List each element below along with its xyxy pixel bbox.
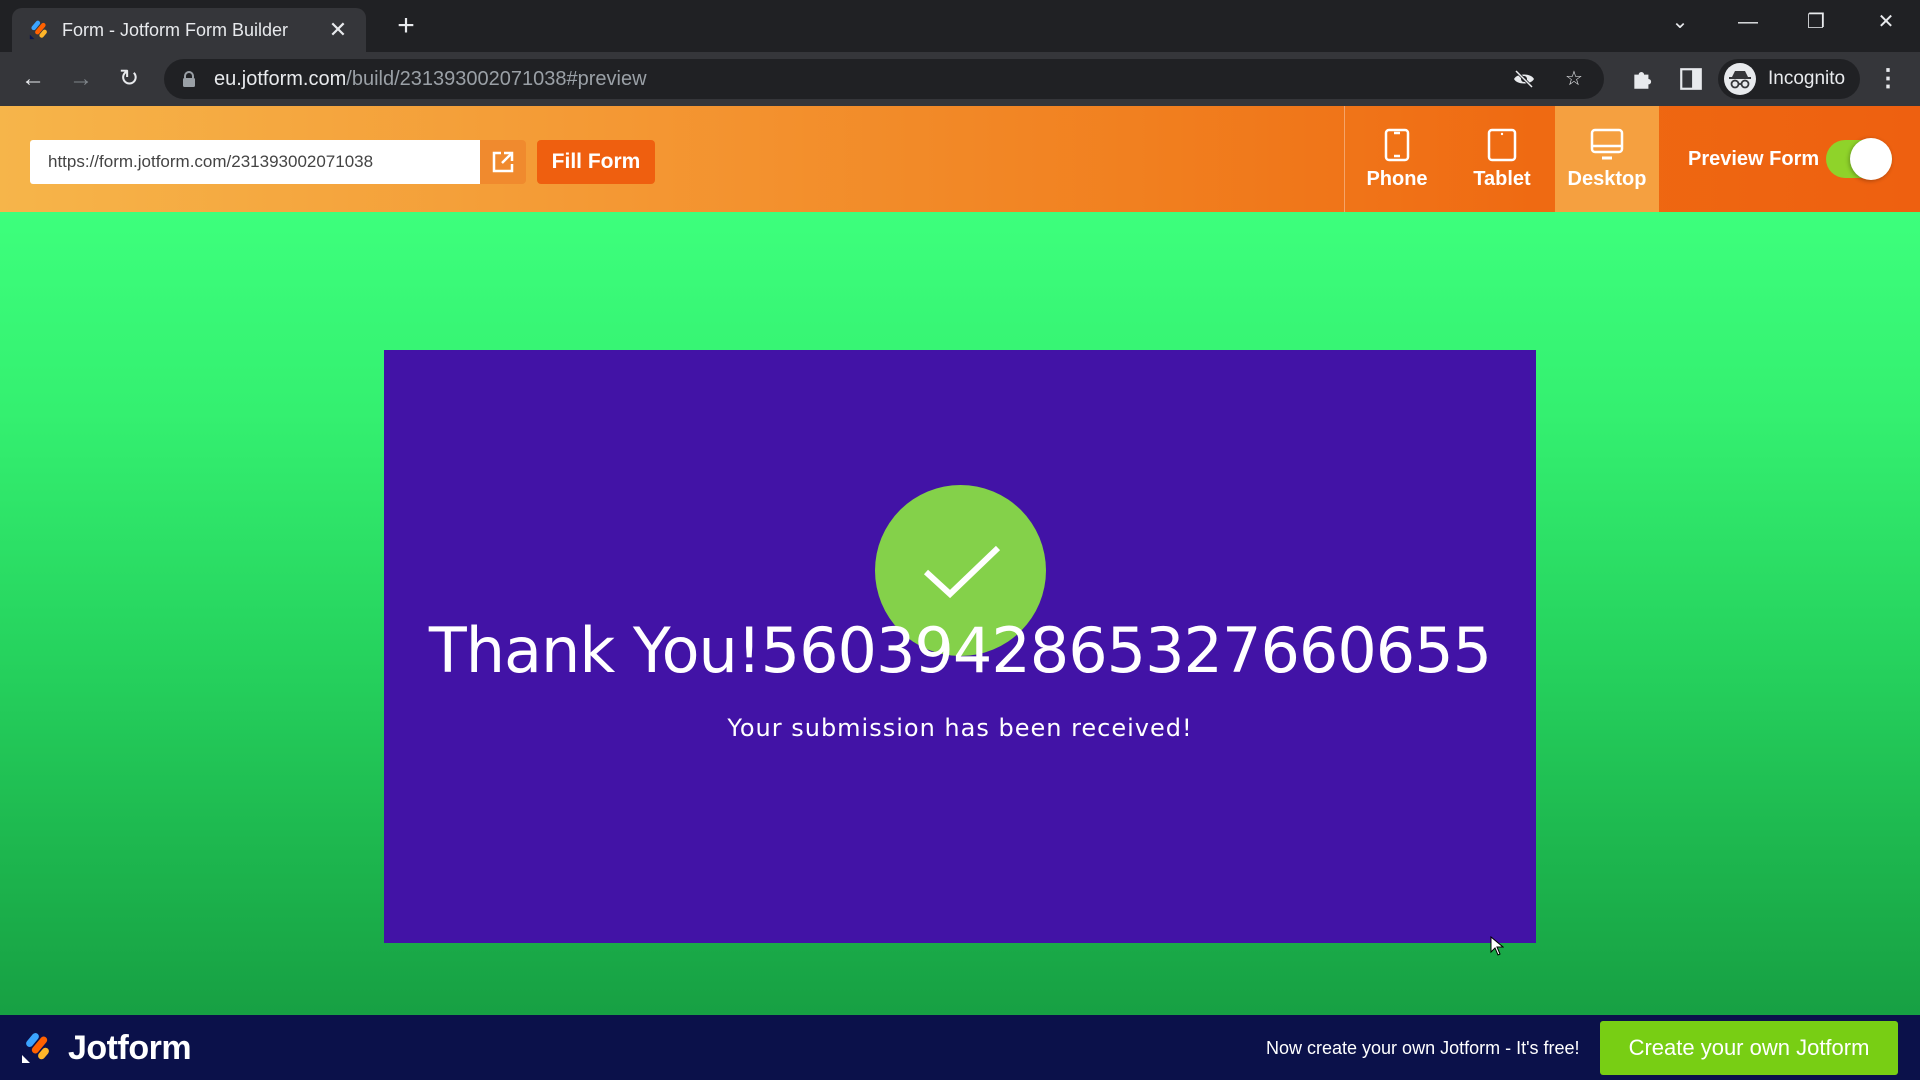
device-label: Phone xyxy=(1366,167,1428,190)
tab-title: Form - Jotform Form Builder xyxy=(62,19,289,40)
mouse-cursor-icon xyxy=(1490,936,1504,956)
device-label: Desktop xyxy=(1567,167,1647,190)
footer-promo-text: Now create your own Jotform - It's free! xyxy=(1266,1038,1580,1058)
desktop-icon xyxy=(1590,128,1624,159)
create-your-own-jotform-button[interactable]: Create your own Jotform xyxy=(1600,1021,1898,1075)
device-label: Tablet xyxy=(1473,167,1531,190)
url-path: /build/231393002071038#preview xyxy=(346,67,647,90)
url-domain: eu.jotform.com xyxy=(214,67,347,90)
eye-off-icon[interactable] xyxy=(1512,67,1536,91)
preview-toolbar: https://form.jotform.com/231393002071038… xyxy=(0,106,1920,212)
incognito-icon xyxy=(1724,63,1756,95)
minimize-icon[interactable]: — xyxy=(1728,8,1768,36)
toggle-knob xyxy=(1850,138,1892,180)
external-link-icon xyxy=(492,151,514,173)
thank-you-card: Thank You!5603942865327660655 Your submi… xyxy=(384,350,1536,943)
address-bar-row: ← → ↻ eu.jotform.com/build/2313930020710… xyxy=(0,52,1920,106)
thank-you-title: Thank You!5603942865327660655 xyxy=(428,614,1492,687)
device-desktop-button[interactable]: Desktop xyxy=(1555,106,1659,212)
tablet-icon xyxy=(1487,128,1517,161)
preview-stage: Thank You!5603942865327660655 Your submi… xyxy=(0,212,1920,1015)
jotform-footer: Jotform Now create your own Jotform - It… xyxy=(0,1015,1920,1080)
jotform-logo-icon[interactable] xyxy=(20,1031,54,1065)
restore-icon[interactable]: ❐ xyxy=(1796,8,1836,36)
omnibox[interactable]: eu.jotform.com/build/231393002071038#pre… xyxy=(164,59,1604,99)
phone-icon xyxy=(1384,128,1410,161)
form-url-field[interactable]: https://form.jotform.com/231393002071038 xyxy=(30,140,480,184)
browser-tab-bar: Form - Jotform Form Builder ✕ + ⌄ — ❐ ✕ xyxy=(0,0,1920,52)
incognito-profile-button[interactable]: Incognito xyxy=(1718,59,1860,99)
close-window-icon[interactable]: ✕ xyxy=(1866,8,1906,36)
thank-you-subtitle: Your submission has been received! xyxy=(727,714,1193,742)
url-text[interactable]: eu.jotform.com/build/231393002071038#pre… xyxy=(214,68,647,91)
browser-tab[interactable]: Form - Jotform Form Builder ✕ xyxy=(12,8,366,52)
side-panel-icon[interactable] xyxy=(1678,66,1704,92)
forward-icon[interactable]: → xyxy=(64,64,98,94)
tab-search-chevron-icon[interactable]: ⌄ xyxy=(1660,8,1700,36)
back-icon[interactable]: ← xyxy=(16,64,50,94)
preview-form-label: Preview Form xyxy=(1688,148,1820,170)
tab-close-icon[interactable]: ✕ xyxy=(326,17,350,43)
device-tablet-button[interactable]: Tablet xyxy=(1450,106,1554,212)
fill-form-button[interactable]: Fill Form xyxy=(537,140,655,184)
new-tab-icon[interactable]: + xyxy=(390,10,422,42)
bookmark-star-icon[interactable]: ☆ xyxy=(1562,67,1586,91)
device-phone-button[interactable]: Phone xyxy=(1345,106,1449,212)
incognito-label: Incognito xyxy=(1768,68,1846,89)
lock-icon[interactable] xyxy=(182,71,196,87)
browser-menu-icon[interactable]: ⋮ xyxy=(1876,64,1900,94)
reload-icon[interactable]: ↻ xyxy=(112,64,146,94)
jotform-favicon-icon xyxy=(29,20,47,40)
open-in-new-tab-button[interactable] xyxy=(480,140,526,184)
preview-form-toggle[interactable] xyxy=(1826,138,1892,180)
extensions-puzzle-icon[interactable] xyxy=(1630,66,1656,92)
jotform-brand[interactable]: Jotform xyxy=(68,1029,192,1068)
